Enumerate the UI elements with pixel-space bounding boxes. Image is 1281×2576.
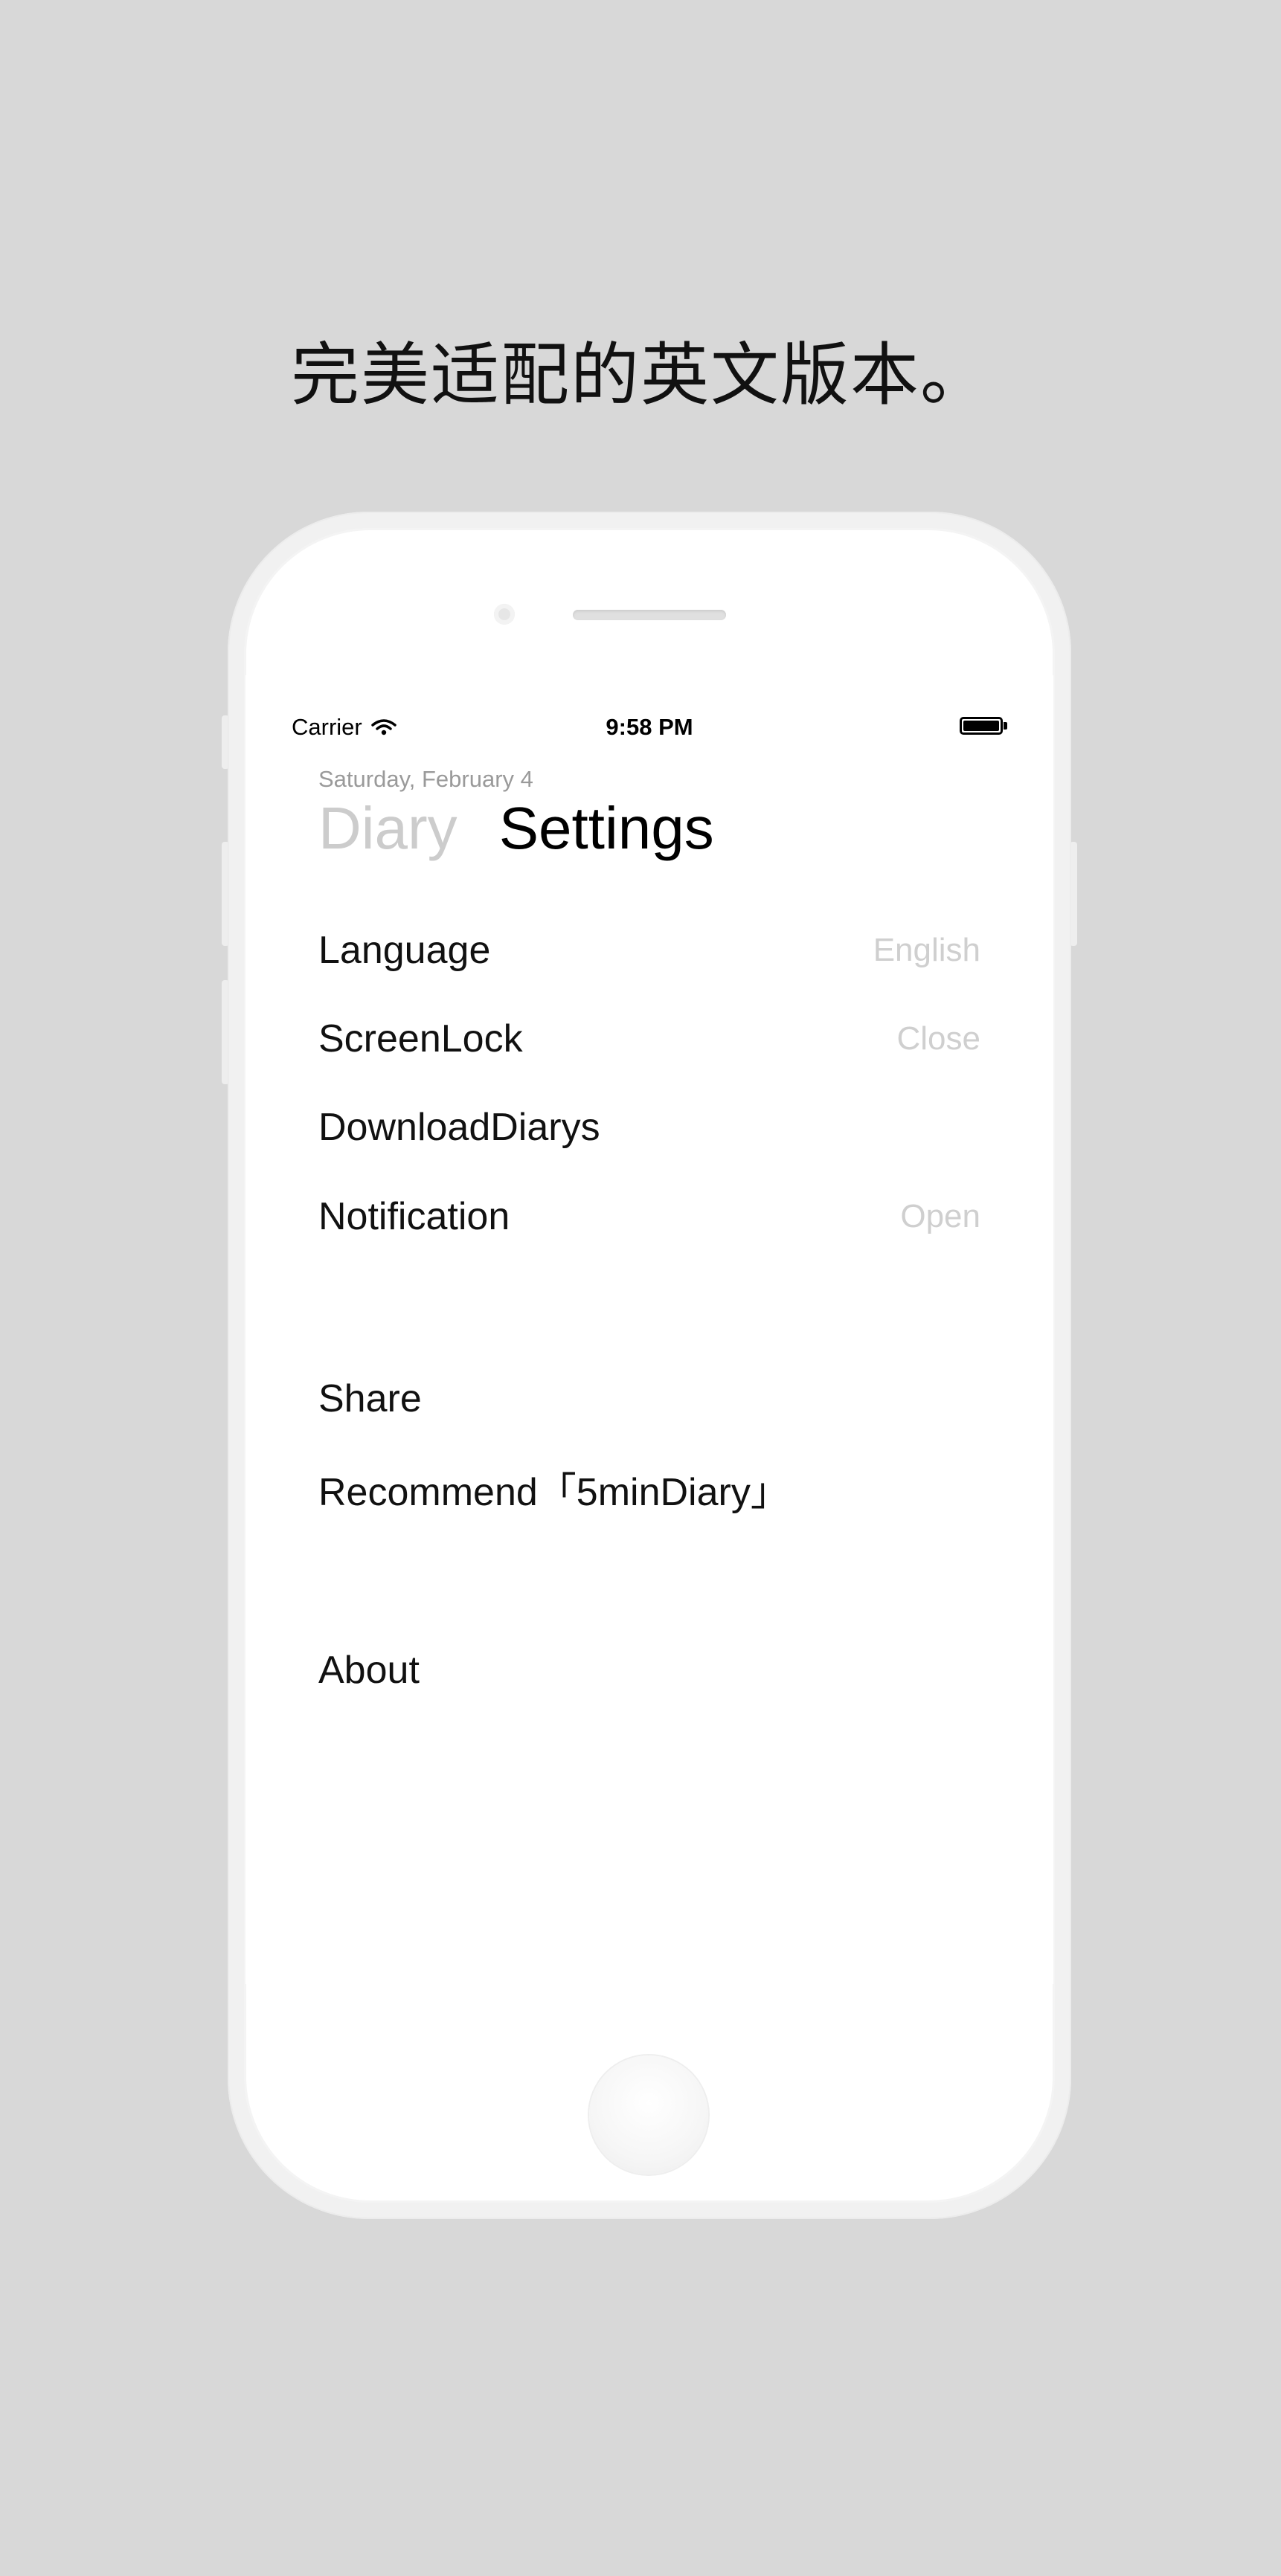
settings-row-screenlock[interactable]: ScreenLock Close (318, 1009, 980, 1069)
language-label: Language (318, 929, 491, 972)
settings-row-share[interactable]: Share (318, 1369, 980, 1429)
screenlock-value: Close (896, 1020, 981, 1057)
settings-row-about[interactable]: About (318, 1640, 980, 1700)
tab-diary[interactable]: Diary (318, 794, 458, 863)
battery-icon (960, 717, 1003, 735)
language-value: English (873, 932, 980, 968)
home-button[interactable] (589, 2055, 708, 2174)
screenlock-label: ScreenLock (318, 1017, 523, 1060)
battery-level-fill (963, 721, 999, 731)
status-time: 9:58 PM (606, 714, 693, 740)
status-bar: Carrier 9:58 PM (245, 675, 1053, 740)
settings-row-download-diarys[interactable]: DownloadDiarys (318, 1098, 980, 1157)
settings-row-language[interactable]: Language English (318, 921, 980, 980)
front-camera (494, 604, 515, 625)
promo-headline: 完美适配的英文版本。 (290, 335, 990, 415)
tab-header: Diary Settings (318, 794, 714, 863)
share-label: Share (318, 1377, 422, 1420)
app-screen: Carrier 9:58 PM Saturday, February 4 Dia… (245, 675, 1053, 1984)
earpiece-speaker (573, 610, 726, 620)
download-diarys-label: DownloadDiarys (318, 1106, 600, 1149)
tab-settings[interactable]: Settings (499, 794, 714, 863)
settings-row-notification[interactable]: Notification Open (318, 1187, 980, 1246)
settings-row-recommend[interactable]: Recommend「5minDiary」 (318, 1458, 980, 1518)
about-label: About (318, 1649, 420, 1692)
notification-label: Notification (318, 1195, 510, 1238)
recommend-label: Recommend「5minDiary」 (318, 1470, 789, 1514)
notification-value: Open (900, 1198, 980, 1234)
date-label: Saturday, February 4 (318, 766, 533, 792)
battery-tip (1004, 722, 1007, 730)
